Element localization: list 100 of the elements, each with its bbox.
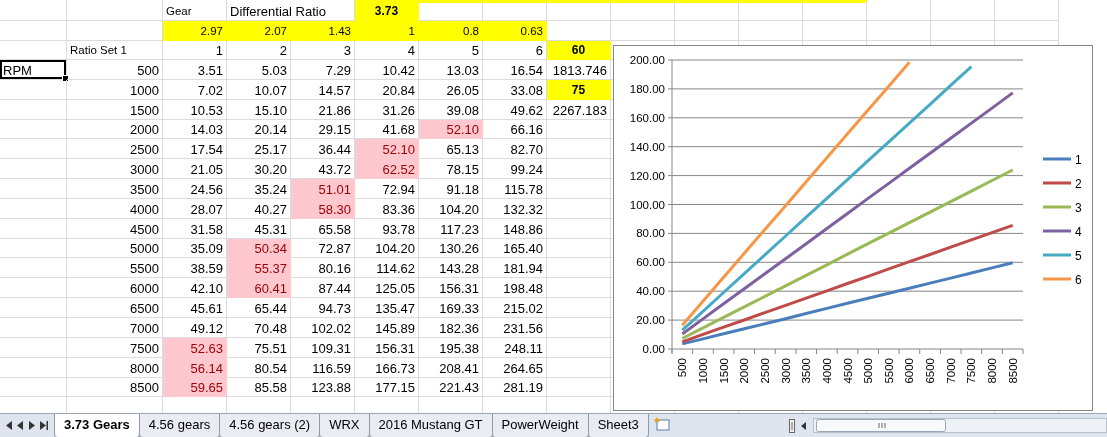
empty-cell[interactable] — [0, 198, 67, 219]
table-cell[interactable]: 24.56 — [163, 179, 227, 199]
table-cell[interactable]: 208.41 — [419, 357, 483, 378]
table-cell[interactable]: 109.31 — [291, 337, 355, 358]
empty-cell[interactable] — [0, 79, 67, 100]
result-value[interactable]: 2267.183 — [547, 99, 611, 120]
sheet-tab[interactable]: WRX — [319, 414, 370, 437]
ratio-value[interactable]: 1.43 — [291, 21, 355, 41]
column-header[interactable]: 4 — [355, 41, 419, 60]
row-header[interactable]: 3500 — [67, 179, 163, 199]
sheet-tab[interactable]: 4.56 gears (2) — [219, 414, 321, 437]
result-value[interactable]: 1813.746 — [547, 60, 611, 80]
empty-cell[interactable] — [0, 278, 67, 299]
table-cell[interactable]: 28.07 — [163, 198, 227, 219]
table-cell[interactable]: 281.19 — [483, 377, 547, 398]
empty-cell[interactable] — [931, 21, 995, 41]
empty-cell[interactable] — [67, 0, 163, 21]
row-header[interactable]: 7000 — [67, 317, 163, 338]
empty-cell[interactable] — [995, 21, 1059, 41]
table-cell[interactable]: 45.31 — [227, 218, 291, 239]
table-cell[interactable]: 72.87 — [291, 238, 355, 259]
table-cell[interactable]: 49.62 — [483, 99, 547, 120]
empty-cell[interactable] — [867, 0, 931, 21]
table-cell[interactable]: 145.89 — [355, 317, 419, 338]
table-cell[interactable]: 60.41 — [227, 278, 291, 299]
table-cell[interactable]: 165.40 — [483, 238, 547, 259]
table-cell[interactable]: 156.31 — [419, 278, 483, 299]
table-cell[interactable]: RPM — [0, 60, 67, 80]
table-cell[interactable]: 123.88 — [291, 377, 355, 398]
horizontal-scrollbar[interactable] — [813, 418, 1107, 433]
empty-cell[interactable] — [0, 21, 67, 41]
table-cell[interactable]: 62.52 — [355, 159, 419, 180]
empty-cell[interactable] — [0, 0, 67, 21]
table-cell[interactable]: 31.58 — [163, 218, 227, 239]
empty-cell[interactable] — [547, 139, 611, 160]
empty-cell[interactable] — [0, 159, 67, 180]
table-cell[interactable]: 26.05 — [419, 79, 483, 100]
row-header[interactable]: 2000 — [67, 119, 163, 140]
table-cell[interactable]: 10.53 — [163, 99, 227, 120]
empty-cell[interactable] — [611, 21, 675, 41]
empty-cell[interactable] — [931, 0, 995, 21]
row-header[interactable]: 4500 — [67, 218, 163, 239]
table-cell[interactable]: 83.36 — [355, 198, 419, 219]
table-cell[interactable]: 125.05 — [355, 278, 419, 299]
empty-cell[interactable] — [547, 119, 611, 140]
table-cell[interactable]: 182.36 — [419, 317, 483, 338]
table-cell[interactable]: 156.31 — [355, 337, 419, 358]
table-cell[interactable]: 65.13 — [419, 139, 483, 160]
ratio-value[interactable]: 1 — [355, 21, 419, 41]
row-header[interactable]: 2500 — [67, 139, 163, 160]
table-cell[interactable]: 99.24 — [483, 159, 547, 180]
table-cell[interactable]: 221.43 — [419, 377, 483, 398]
column-header[interactable]: 5 — [419, 41, 483, 60]
table-cell[interactable]: 21.05 — [163, 159, 227, 180]
table-cell[interactable]: 14.03 — [163, 119, 227, 140]
table-cell[interactable]: 215.02 — [483, 298, 547, 318]
table-cell[interactable]: 50.34 — [227, 238, 291, 259]
table-cell[interactable]: 82.70 — [483, 139, 547, 160]
empty-cell[interactable] — [547, 179, 611, 199]
table-cell[interactable]: 231.56 — [483, 317, 547, 338]
table-cell[interactable]: 31.26 — [355, 99, 419, 120]
empty-cell[interactable] — [547, 337, 611, 358]
scroll-thumb[interactable] — [816, 419, 946, 432]
table-cell[interactable]: 45.61 — [163, 298, 227, 318]
row-header[interactable]: 500 — [67, 60, 163, 80]
empty-cell[interactable] — [547, 278, 611, 299]
table-cell[interactable]: 66.16 — [483, 119, 547, 140]
empty-cell[interactable] — [0, 139, 67, 160]
table-cell[interactable]: 21.86 — [291, 99, 355, 120]
table-cell[interactable]: 248.11 — [483, 337, 547, 358]
table-cell[interactable]: 65.58 — [291, 218, 355, 239]
sheet-tab[interactable]: Sheet3 — [587, 414, 649, 437]
input-value[interactable]: 60 — [547, 41, 611, 60]
table-cell[interactable]: 10.42 — [355, 60, 419, 80]
sheet-tab[interactable]: PowerWeight — [491, 414, 589, 437]
table-cell[interactable]: 115.78 — [483, 179, 547, 199]
table-cell[interactable]: 13.03 — [419, 60, 483, 80]
row-header[interactable]: 6000 — [67, 278, 163, 299]
table-cell[interactable]: 195.38 — [419, 337, 483, 358]
empty-cell[interactable] — [0, 317, 67, 338]
column-header[interactable]: 2 — [227, 41, 291, 60]
table-cell[interactable]: 10.07 — [227, 79, 291, 100]
empty-cell[interactable] — [0, 298, 67, 318]
empty-cell[interactable] — [0, 218, 67, 239]
table-cell[interactable]: 177.15 — [355, 377, 419, 398]
empty-cell[interactable] — [867, 21, 931, 41]
sheet-tab[interactable]: 3.73 Gears — [54, 414, 140, 437]
table-cell[interactable]: 59.65 — [163, 377, 227, 398]
table-cell[interactable]: 30.20 — [227, 159, 291, 180]
table-cell[interactable]: 181.94 — [483, 258, 547, 279]
table-cell[interactable]: 169.33 — [419, 298, 483, 318]
table-cell[interactable]: 102.02 — [291, 317, 355, 338]
sheet-tab[interactable]: 4.56 gears — [138, 414, 221, 437]
table-cell[interactable]: 264.65 — [483, 357, 547, 378]
table-cell[interactable]: 130.26 — [419, 238, 483, 259]
ratio-value[interactable]: 2.97 — [163, 21, 227, 41]
table-cell[interactable]: 20.84 — [355, 79, 419, 100]
empty-cell[interactable] — [739, 21, 803, 41]
empty-cell[interactable] — [547, 317, 611, 338]
table-cell[interactable]: 80.54 — [227, 357, 291, 378]
